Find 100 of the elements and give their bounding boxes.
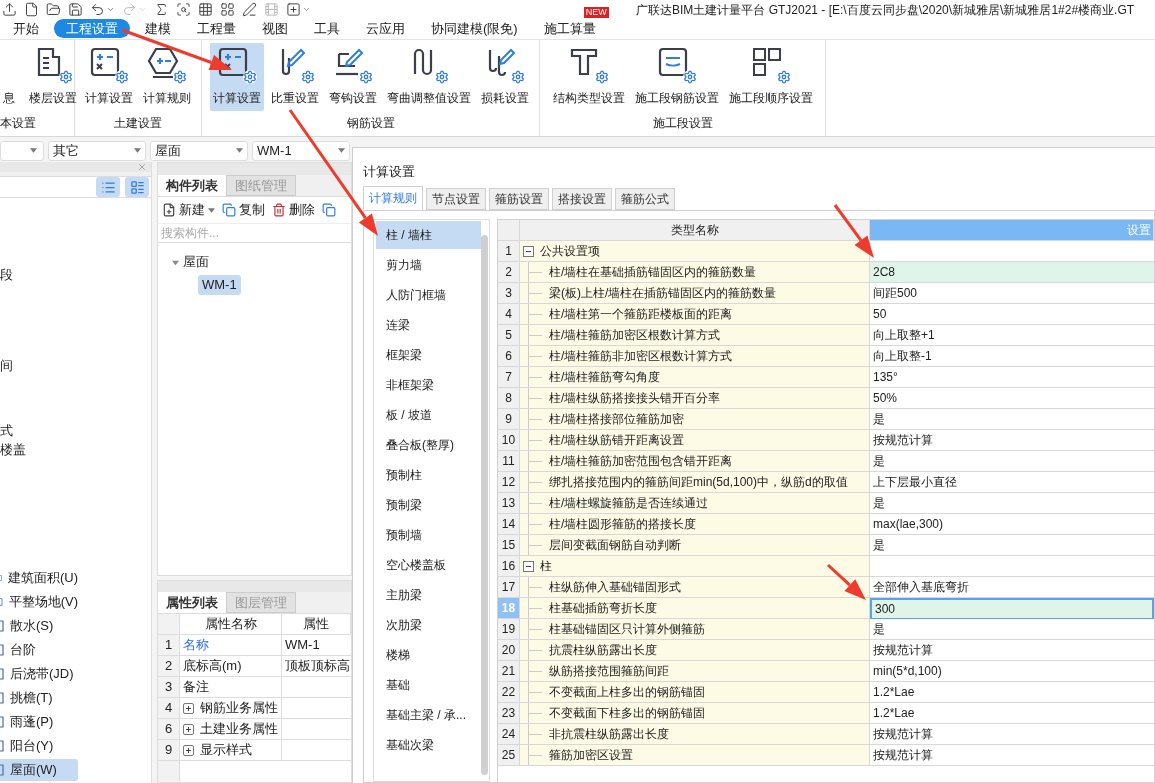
- ribbon-button[interactable]: 弯钩设置: [325, 43, 380, 111]
- category-item[interactable]: 空心楼盖板: [376, 551, 481, 579]
- category-item[interactable]: 楼梯: [376, 641, 481, 669]
- setting-value[interactable]: 间距500: [870, 283, 1154, 304]
- tree-item[interactable]: 建筑面积(U): [0, 567, 78, 589]
- setting-value[interactable]: 按规范计算: [870, 745, 1154, 766]
- category-item[interactable]: 预制梁: [376, 491, 481, 519]
- ribbon-button[interactable]: 比重设置: [267, 43, 322, 111]
- dialog-tab[interactable]: 搭接设置: [552, 188, 612, 210]
- category-item[interactable]: 柱 / 墙柱: [376, 221, 481, 249]
- tree-item[interactable]: 散水(S): [0, 615, 78, 637]
- panel-tab[interactable]: 属性列表: [158, 592, 226, 613]
- folder-icon[interactable]: [46, 1, 61, 17]
- expand-icon[interactable]: [183, 702, 194, 714]
- tree-item[interactable]: 楼盖: [0, 441, 26, 459]
- tree-item[interactable]: 间: [0, 357, 13, 375]
- dialog-tab[interactable]: 箍筋公式: [615, 188, 675, 210]
- tree-item[interactable]: 台阶: [0, 639, 78, 661]
- ribbon-button[interactable]: 弯曲调整值设置: [383, 43, 474, 111]
- setting-value[interactable]: 50: [870, 304, 1154, 325]
- setting-value[interactable]: 向上取整-1: [870, 346, 1154, 367]
- ribbon-button[interactable]: 息: [0, 43, 18, 111]
- setting-value[interactable]: 50%: [870, 388, 1154, 409]
- tree-item[interactable]: 后浇带(JD): [0, 663, 78, 685]
- dialog-tab[interactable]: 箍筋设置: [489, 188, 549, 210]
- dropdown[interactable]: 其它: [48, 140, 146, 161]
- menu-tab[interactable]: 建模: [133, 19, 183, 38]
- upload-icon[interactable]: [2, 1, 17, 17]
- category-item[interactable]: 框架梁: [376, 341, 481, 369]
- setting-value[interactable]: 向上取整+1: [870, 325, 1154, 346]
- category-item[interactable]: 连梁: [376, 311, 481, 339]
- category-item[interactable]: 基础: [376, 671, 481, 699]
- scan-search-icon[interactable]: [176, 1, 191, 17]
- ribbon-button[interactable]: 损耗设置: [477, 43, 532, 111]
- setting-value[interactable]: 是: [870, 619, 1154, 640]
- category-item[interactable]: 预制柱: [376, 461, 481, 489]
- save-icon[interactable]: [68, 1, 83, 17]
- ribbon-button[interactable]: 施工段钢筋设置: [631, 43, 722, 111]
- category-item[interactable]: 预制墙: [376, 521, 481, 549]
- ribbon-button[interactable]: 楼层设置: [26, 43, 80, 111]
- menu-tab[interactable]: 视图: [250, 19, 300, 38]
- ribbon-button[interactable]: 计算设置: [82, 43, 136, 111]
- setting-value[interactable]: 按规范计算: [870, 430, 1154, 451]
- category-item[interactable]: 板 / 坡道: [376, 401, 481, 429]
- menu-tab[interactable]: 施工算量: [531, 19, 608, 38]
- menu-tab[interactable]: 工具: [302, 19, 352, 38]
- dialog-tab[interactable]: 节点设置: [426, 188, 486, 210]
- ribbon-button[interactable]: 计算规则: [140, 43, 194, 111]
- menu-tab[interactable]: 云应用: [354, 19, 417, 38]
- category-item[interactable]: 主肋梁: [376, 581, 481, 609]
- ribbon-button[interactable]: 施工段顺序设置: [725, 43, 816, 111]
- undo-icon[interactable]: [90, 1, 105, 17]
- menu-tab[interactable]: 协同建模(限免): [419, 19, 530, 38]
- toolbar-button[interactable]: 新建: [162, 200, 215, 220]
- layout-icon[interactable]: [220, 1, 235, 17]
- category-item[interactable]: 人防门框墙: [376, 281, 481, 309]
- ribbon-button[interactable]: 结构类型设置: [549, 43, 628, 111]
- expand-icon[interactable]: [183, 723, 194, 735]
- toolbar-button[interactable]: 删除: [272, 200, 315, 220]
- dropdown[interactable]: 屋面: [150, 140, 248, 161]
- add-icon[interactable]: [286, 1, 301, 17]
- panel-tab[interactable]: 构件列表: [158, 175, 226, 196]
- category-item[interactable]: 次肋梁: [376, 611, 481, 639]
- collapse-icon[interactable]: [523, 560, 534, 572]
- setting-value[interactable]: 300: [870, 598, 1154, 619]
- tree-item[interactable]: 阳台(Y): [0, 735, 78, 757]
- tree-item[interactable]: 段: [0, 266, 13, 284]
- pen-icon[interactable]: [242, 1, 257, 17]
- grid-icon[interactable]: [198, 1, 213, 17]
- category-item[interactable]: 叠合板(整厚): [376, 431, 481, 459]
- setting-value[interactable]: 是: [870, 493, 1154, 514]
- setting-value[interactable]: 上下层最小直径: [870, 472, 1154, 493]
- dialog-tab[interactable]: 计算规则: [363, 186, 423, 210]
- category-item[interactable]: 剪力墙: [376, 251, 481, 279]
- setting-value[interactable]: 135°: [870, 367, 1154, 388]
- scrollbar[interactable]: [481, 235, 488, 775]
- setting-value[interactable]: 是: [870, 535, 1154, 556]
- detail-view-button[interactable]: [125, 177, 149, 197]
- category-item[interactable]: 基础主梁 / 承...: [376, 701, 481, 729]
- setting-value[interactable]: min(5*d,100): [870, 661, 1154, 682]
- expand-icon[interactable]: [183, 744, 194, 756]
- setting-value[interactable]: 2C8: [870, 262, 1154, 283]
- setting-value[interactable]: 1.2*Lae: [870, 682, 1154, 703]
- tree-item[interactable]: 屋面: [183, 252, 209, 272]
- tree-item[interactable]: 雨蓬(P): [0, 711, 78, 733]
- category-item[interactable]: 基础次梁: [376, 731, 481, 759]
- dropdown[interactable]: WM-1: [252, 140, 350, 161]
- search-field[interactable]: 搜索构件...: [158, 224, 351, 242]
- setting-value[interactable]: 是: [870, 409, 1154, 430]
- toolbar-button[interactable]: 复制: [222, 200, 265, 220]
- tree-item[interactable]: WM-1: [198, 275, 241, 295]
- menu-tab[interactable]: 工程设置: [54, 19, 130, 38]
- sigma-icon[interactable]: [154, 1, 169, 17]
- setting-value[interactable]: 按规范计算: [870, 724, 1154, 745]
- copy-icon[interactable]: [322, 203, 336, 217]
- tree-item[interactable]: 平整场地(V): [0, 591, 78, 613]
- menu-tab[interactable]: 工程量: [185, 19, 248, 38]
- tree-item[interactable]: 屋面(W): [0, 759, 78, 781]
- setting-value[interactable]: 是: [870, 451, 1154, 472]
- ribbon-button[interactable]: 计算设置: [209, 43, 264, 111]
